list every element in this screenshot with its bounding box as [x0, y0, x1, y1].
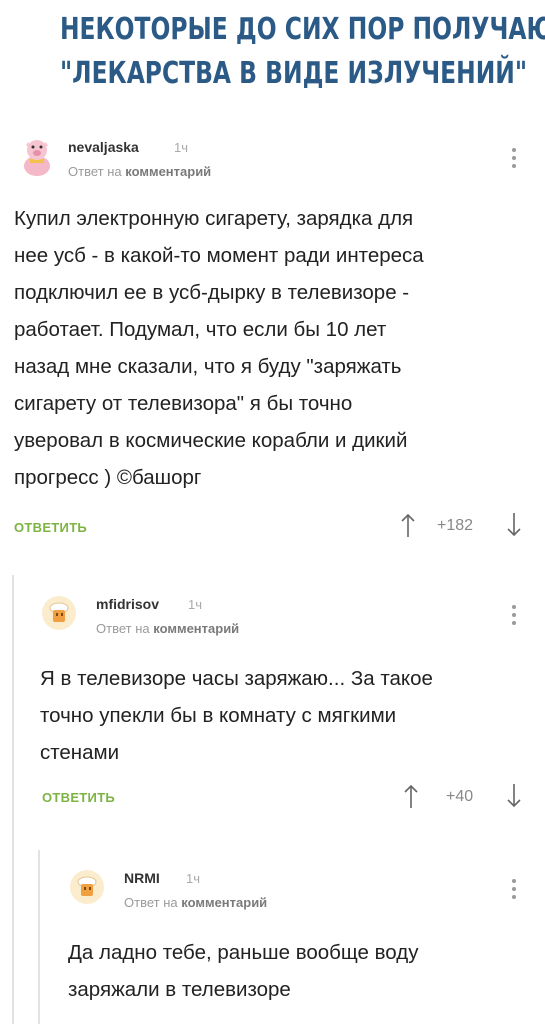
- comment-line: Купил электронную сигарету, зарядка для: [14, 207, 414, 230]
- chef-hat-avatar-icon[interactable]: [70, 870, 104, 904]
- post-title: НЕКОТОРЫЕ ДО СИХ ПОР ПОЛУЧАЮТ "ЛЕКАРСТВА…: [59, 8, 545, 96]
- pig-avatar-icon[interactable]: [20, 140, 54, 176]
- reply-to-link[interactable]: комментарий: [153, 621, 239, 636]
- downvote-arrow-icon[interactable]: [506, 512, 522, 538]
- comment-time: 1ч: [188, 597, 203, 612]
- comment-line: прогресс ) ©башорг: [14, 466, 202, 489]
- reply-to-prefix: Ответ на: [68, 164, 122, 179]
- post-title-line-2: "ЛЕКАРСТВА В ВИДЕ ИЗЛУЧЕНИЙ": [59, 56, 528, 91]
- reply-to-link[interactable]: комментарий: [125, 164, 211, 179]
- reply-to-label: Ответ на комментарий: [96, 621, 239, 636]
- comment-line: Да ладно тебе, раньше вообще воду: [68, 941, 419, 964]
- post-title-line-1: НЕКОТОРЫЕ ДО СИХ ПОР ПОЛУЧАЮТ: [59, 12, 545, 47]
- kebab-menu-icon[interactable]: [511, 879, 517, 903]
- comment-line: Я в телевизоре часы заряжаю... За такое: [40, 667, 433, 690]
- comment-line: заряжали в телевизоре: [68, 978, 291, 1001]
- comment-line: нее усб - в какой-то момент ради интерес…: [14, 244, 424, 267]
- comment-author[interactable]: mfidrisov: [96, 596, 159, 612]
- kebab-menu-icon[interactable]: [511, 148, 517, 172]
- reply-to-label: Ответ на комментарий: [124, 895, 267, 910]
- chef-hat-avatar-icon[interactable]: [42, 596, 76, 630]
- reply-button[interactable]: ОТВЕТИТЬ: [14, 520, 87, 535]
- comment-text: Да ладно тебе, раньше вообще воду заряжа…: [68, 934, 540, 1008]
- comment-time: 1ч: [186, 871, 201, 886]
- kebab-menu-icon[interactable]: [511, 605, 517, 629]
- comment-author[interactable]: NRMI: [124, 870, 160, 886]
- comment-line: назад мне сказали, что я буду "заряжать: [14, 355, 402, 378]
- thread-line: [38, 850, 40, 1024]
- comment-text: Купил электронную сигарету, зарядка для …: [14, 200, 539, 496]
- comment-text: Я в телевизоре часы заряжаю... За такое …: [40, 660, 540, 771]
- comment-line: уверовал в космические корабли и дикий: [14, 429, 408, 452]
- comment-line: работает. Подумал, что если бы 10 лет: [14, 318, 387, 341]
- reply-button[interactable]: ОТВЕТИТЬ: [42, 790, 115, 805]
- reply-to-prefix: Ответ на: [96, 621, 150, 636]
- comment-time: 1ч: [174, 140, 189, 155]
- upvote-arrow-icon[interactable]: [403, 783, 419, 809]
- thread-line: [12, 575, 14, 1024]
- comment-line: подключил ее в усб-дырку в телевизоре -: [14, 281, 410, 304]
- reply-to-label: Ответ на комментарий: [68, 164, 211, 179]
- comment-rating: +182: [437, 517, 474, 534]
- comment-line: стенами: [40, 741, 120, 764]
- comment-rating: +40: [446, 788, 474, 805]
- reply-to-prefix: Ответ на: [124, 895, 178, 910]
- comment-line: сигарету от телевизора" я бы точно: [14, 392, 353, 415]
- comment-line: точно упекли бы в комнату с мягкими: [40, 704, 397, 727]
- downvote-arrow-icon[interactable]: [506, 783, 522, 809]
- upvote-arrow-icon[interactable]: [400, 512, 416, 538]
- reply-to-link[interactable]: комментарий: [181, 895, 267, 910]
- comment-author[interactable]: nevaljaska: [68, 139, 139, 155]
